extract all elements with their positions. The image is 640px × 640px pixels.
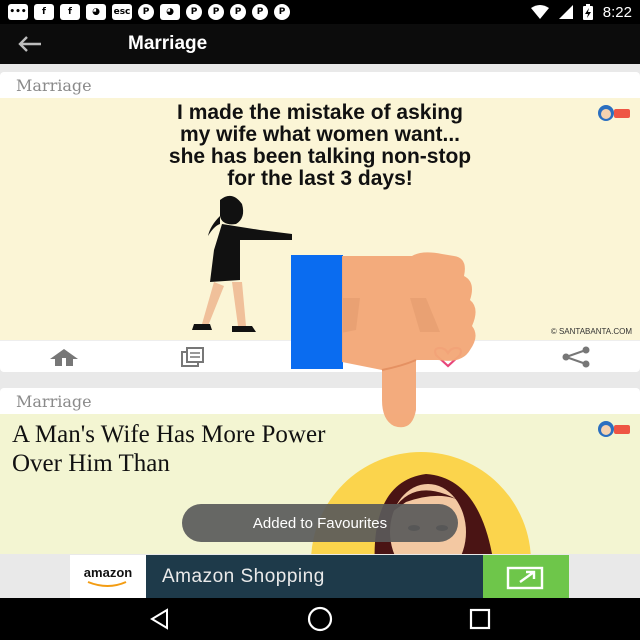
brand-watermark: © SANTABANTA.COM bbox=[550, 327, 632, 336]
share-button[interactable] bbox=[556, 342, 596, 372]
joke-line: for the last 3 days! bbox=[227, 167, 413, 190]
amazon-smile-icon bbox=[87, 581, 127, 587]
joke-line: Over Him Than bbox=[12, 450, 170, 477]
status-time: 8:22 bbox=[602, 3, 632, 21]
home-button[interactable] bbox=[44, 342, 84, 372]
pinterest-icon: P bbox=[186, 4, 202, 20]
share-icon bbox=[562, 346, 590, 367]
joke-line: my wife what women want... bbox=[179, 123, 461, 146]
status-bar: ••• f f ◕ esc P ◕ P P P P P 8:22 bbox=[0, 0, 640, 24]
joke-line: A Man's Wife Has More Power bbox=[12, 421, 326, 448]
nav-recents-button[interactable] bbox=[460, 604, 500, 634]
cat-icon: ◕ bbox=[160, 4, 180, 20]
home-icon bbox=[50, 348, 78, 366]
nav-home-button[interactable] bbox=[300, 604, 340, 634]
facebook-icon: f bbox=[34, 4, 54, 20]
wifi-icon bbox=[530, 5, 549, 19]
app-bar: Marriage bbox=[0, 24, 640, 64]
open-external-icon bbox=[506, 566, 544, 589]
toast-message: Added to Favourites bbox=[182, 504, 458, 542]
home-circle-icon bbox=[307, 606, 333, 632]
screen: ••• f f ◕ esc P ◕ P P P P P 8:22 Marriag… bbox=[0, 0, 640, 640]
notification-icons: ••• f f ◕ esc P ◕ P P P P P bbox=[8, 4, 290, 20]
joke-line: I made the mistake of asking bbox=[177, 101, 463, 124]
thumbs-down-icon bbox=[342, 252, 476, 428]
card-category: Marriage bbox=[16, 75, 92, 95]
amazon-logo: amazon bbox=[70, 555, 146, 598]
pinterest-icon: P bbox=[230, 4, 246, 20]
mascot-icon bbox=[598, 105, 630, 121]
ad-open-button[interactable] bbox=[483, 555, 569, 598]
nav-back-button[interactable] bbox=[140, 604, 180, 634]
signal-icon bbox=[558, 5, 573, 19]
woman-figure bbox=[192, 195, 292, 332]
arrow-left-icon bbox=[18, 36, 41, 52]
back-button[interactable] bbox=[0, 24, 60, 64]
pinterest-icon: P bbox=[138, 4, 154, 20]
card-category: Marriage bbox=[16, 391, 92, 411]
chat-icon: ••• bbox=[8, 4, 28, 20]
ad-logo-text: amazon bbox=[83, 565, 133, 580]
pinterest-icon: P bbox=[274, 4, 290, 20]
ad-title: Amazon Shopping bbox=[162, 565, 325, 587]
dislike-overlay-bar bbox=[291, 255, 343, 369]
system-nav-bar bbox=[0, 598, 640, 640]
ad-banner[interactable]: amazon Amazon Shopping bbox=[70, 555, 569, 598]
recents-square-icon bbox=[469, 608, 491, 630]
esc-icon: esc bbox=[112, 4, 132, 20]
copy-icon bbox=[181, 346, 204, 367]
pinterest-icon: P bbox=[208, 4, 224, 20]
mascot-icon bbox=[598, 421, 630, 437]
page-title: Marriage bbox=[128, 33, 208, 54]
battery-icon bbox=[582, 4, 593, 20]
facebook-icon: f bbox=[60, 4, 80, 20]
copy-button[interactable] bbox=[172, 342, 212, 372]
joke-text: A Man's Wife Has More Power Over Him Tha… bbox=[12, 420, 325, 478]
joke-line: she has been talking non-stop bbox=[168, 145, 472, 168]
pinterest-icon: P bbox=[252, 4, 268, 20]
cat-icon: ◕ bbox=[86, 4, 106, 20]
joke-feed[interactable]: Marriage I made the mistake of asking my… bbox=[0, 64, 640, 554]
joke-text: I made the mistake of asking my wife wha… bbox=[0, 98, 640, 190]
back-triangle-icon bbox=[150, 608, 168, 630]
